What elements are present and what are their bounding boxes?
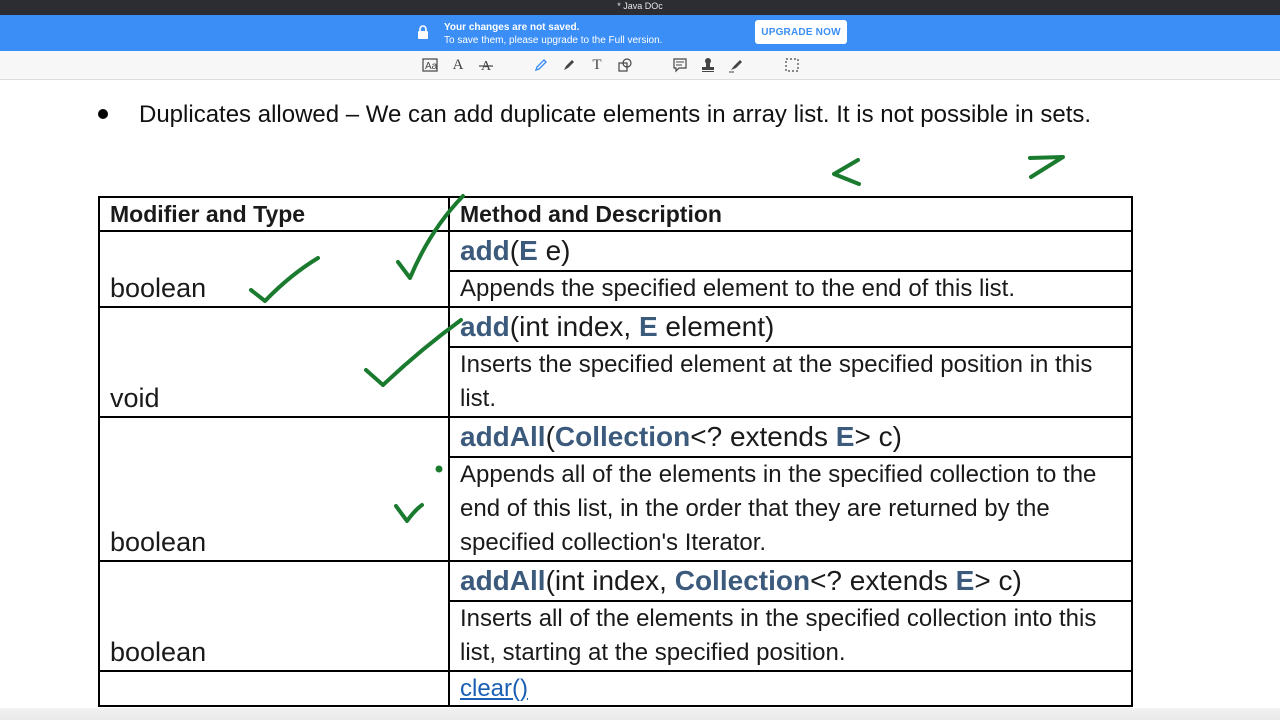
bullet-text: Duplicates allowed – We can add duplicat… [139,101,1092,128]
method-signature[interactable]: addAll(int index, Collection<? extends E… [448,560,1133,602]
signature-link-part[interactable]: Collection [555,421,690,452]
eraser-icon[interactable] [560,56,578,74]
method-signature[interactable]: add(E e) [448,230,1133,272]
lock-icon [418,25,428,39]
signature-link-part[interactable]: E [836,421,855,452]
upgrade-now-button[interactable]: UPGRADE NOW [755,20,847,44]
modifier-type-cell: boolean [98,560,450,672]
modifier-type-cell: boolean [98,416,450,562]
method-description: Appends the specified element to the end… [448,270,1133,308]
signature-text-part: (int index, [509,311,639,342]
window-title: * Java DOc [0,0,1280,15]
banner-message: Your changes are not saved. To save them… [444,21,662,47]
select-icon[interactable] [783,56,801,74]
signature-text-part: > c) [974,565,1022,596]
pen-icon[interactable] [532,56,550,74]
comment-icon[interactable] [671,56,689,74]
method-signature[interactable]: add(int index, E element) [448,306,1133,348]
signature-link-part[interactable]: add [460,311,510,342]
clear-method-link[interactable]: clear() [460,675,528,702]
signature-text-part: ( [509,235,520,266]
text-style-icon[interactable]: Aa [421,56,439,74]
modifier-type-cell [98,670,450,707]
signature-link-part[interactable]: E [639,311,658,342]
signature-text-part: element) [657,311,775,342]
method-signature: clear() [448,670,1133,707]
method-description: Inserts the specified element at the spe… [448,346,1133,418]
header-method-description: Method and Description [448,196,1133,232]
signature-text-part: <? extends [690,421,836,452]
signature-link-part[interactable]: addAll [460,565,546,596]
signature-text-part: <? extends [810,565,956,596]
signature-link-part[interactable]: Collection [675,565,810,596]
stamp-icon[interactable] [699,56,717,74]
banner-line-2: To save them, please upgrade to the Full… [444,35,663,46]
upgrade-banner: Your changes are not saved. To save them… [0,15,1280,51]
signature-text-part: > c) [854,421,902,452]
method-description: Appends all of the elements in the speci… [448,456,1133,562]
modifier-type-cell: void [98,306,450,418]
svg-text:Aa: Aa [425,61,438,72]
strikethrough-icon[interactable]: A [477,56,495,74]
modifier-type-cell: boolean [98,230,450,308]
signature-link-part[interactable]: E [519,235,538,266]
text-tool-icon[interactable]: T [588,56,606,74]
signature-text-part: ( [545,421,555,452]
banner-line-1: Your changes are not saved. [444,22,580,33]
signature-text-part: (int index, [545,565,675,596]
signature-icon[interactable] [727,56,745,74]
bullet-point [98,109,108,119]
signature-link-part[interactable]: add [460,235,510,266]
header-modifier-type: Modifier and Type [98,196,450,232]
method-signature[interactable]: addAll(Collection<? extends E> c) [448,416,1133,458]
signature-text-part: e) [537,235,571,266]
shapes-icon[interactable] [616,56,634,74]
page-bottom-edge [0,708,1280,720]
font-icon[interactable]: A [449,56,467,74]
signature-link-part[interactable]: addAll [460,421,546,452]
method-description: Inserts all of the elements in the speci… [448,600,1133,672]
method-summary-table: Modifier and Type Method and Description… [98,196,1133,707]
signature-link-part[interactable]: E [956,565,975,596]
annotation-toolbar: Aa A A T [0,51,1280,80]
